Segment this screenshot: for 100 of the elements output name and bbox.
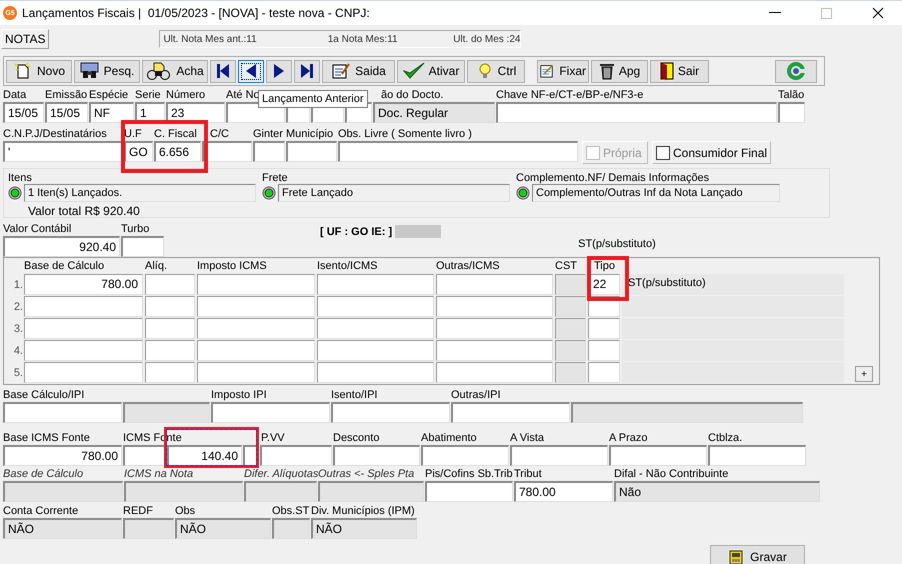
field-label: Base ICMS Fonte — [3, 432, 90, 444]
grid-cell[interactable] — [436, 274, 553, 295]
toolbar-button[interactable]: Acha — [142, 60, 208, 82]
grid-cell[interactable]: 780.00 — [24, 274, 143, 295]
grid-cell[interactable] — [555, 318, 586, 339]
grid-cell[interactable] — [24, 340, 143, 361]
row-number: 1. — [12, 278, 24, 290]
input-field[interactable] — [338, 141, 578, 162]
grid-cell[interactable] — [145, 296, 195, 317]
input-field[interactable] — [3, 402, 122, 423]
grid-cell[interactable] — [436, 318, 553, 339]
add-button[interactable]: + — [855, 366, 873, 382]
field-label: Serie — [135, 89, 161, 101]
close-icon[interactable] — [872, 7, 884, 19]
field-label: Turbo — [121, 223, 150, 235]
grid-cell[interactable] — [317, 296, 434, 317]
field-label: Emissão — [45, 89, 88, 101]
column-header: Base de Cálculo — [24, 260, 104, 272]
grid-cell[interactable] — [197, 340, 315, 361]
grid-cell[interactable] — [24, 318, 143, 339]
grid-cell[interactable] — [145, 362, 195, 383]
input-field[interactable]: 780.00 — [3, 445, 122, 466]
nav-button[interactable] — [238, 60, 264, 82]
checkbox-control[interactable]: Consumidor Final — [652, 141, 772, 164]
grid-cell[interactable] — [145, 340, 195, 361]
toolbar-button[interactable]: Ativar — [397, 60, 465, 82]
save-button[interactable]: Gravar — [710, 545, 805, 564]
input-field[interactable] — [253, 141, 285, 162]
input-field[interactable] — [778, 102, 805, 123]
logo-button[interactable] — [775, 60, 817, 82]
input-field[interactable] — [260, 445, 332, 466]
grid-cell[interactable]: 22 — [588, 274, 620, 295]
input-field[interactable]: GO — [124, 141, 153, 162]
input-field[interactable] — [202, 141, 252, 162]
input-field[interactable] — [211, 402, 330, 423]
grid-cell[interactable] — [197, 296, 315, 317]
toolbar-button[interactable]: Fixar — [537, 60, 589, 82]
input-field[interactable] — [331, 402, 450, 423]
info-text: 1a Nota Mes:11 — [328, 34, 399, 44]
field-label: Data — [3, 89, 26, 101]
field-label: C.N.P.J/Destinatários — [3, 128, 107, 140]
grid-cell[interactable] — [317, 274, 434, 295]
grid-cell[interactable] — [24, 296, 143, 317]
grid-cell[interactable] — [555, 296, 586, 317]
grid-cell[interactable] — [317, 340, 434, 361]
grid-cell[interactable] — [197, 318, 315, 339]
toolbar-button[interactable]: Novo — [6, 60, 72, 82]
toolbar-button[interactable]: Apg — [591, 60, 648, 82]
grid-cell[interactable] — [436, 362, 553, 383]
input-field[interactable] — [510, 445, 608, 466]
grid-cell[interactable] — [317, 318, 434, 339]
input-field[interactable]: ' — [3, 141, 123, 162]
maximize-icon[interactable] — [821, 8, 832, 18]
field-label: Complemento.NF/ Demais Informações — [516, 172, 710, 184]
field-label: Conta Corrente — [3, 505, 78, 517]
binoculars-icon — [80, 62, 100, 80]
grid-cell[interactable] — [588, 340, 620, 361]
input-field[interactable]: 6.656 — [154, 141, 201, 162]
input-field[interactable] — [421, 445, 509, 466]
grid-cell[interactable] — [588, 362, 620, 383]
grid-cell[interactable] — [555, 340, 586, 361]
input-field[interactable] — [425, 481, 513, 502]
input-field[interactable] — [333, 445, 420, 466]
grid-cell[interactable] — [197, 274, 315, 295]
input-field[interactable]: NF — [89, 102, 134, 123]
input-field[interactable]: 780.00 — [514, 481, 613, 502]
mode-tab[interactable]: NOTAS — [1, 29, 50, 49]
input-field[interactable]: 23 — [166, 102, 225, 123]
input-field[interactable]: 15/05 — [45, 102, 88, 123]
grid-cell[interactable] — [436, 340, 553, 361]
grid-cell[interactable] — [24, 362, 143, 383]
grid-cell[interactable] — [555, 274, 586, 295]
grid-cell[interactable] — [145, 274, 195, 295]
input-field[interactable]: 920.40 — [3, 236, 120, 257]
uf-ie-text: [ UF : GO IE: ] — [320, 226, 392, 238]
grid-cell[interactable] — [555, 362, 586, 383]
input-field[interactable] — [708, 445, 806, 466]
input-field[interactable] — [121, 236, 164, 257]
input-field[interactable] — [496, 102, 777, 123]
toolbar-button[interactable]: Sair — [650, 60, 709, 82]
input-field[interactable] — [123, 445, 166, 466]
input-field[interactable] — [286, 141, 337, 162]
nav-button[interactable] — [210, 60, 236, 82]
field-label: P.VV — [261, 432, 285, 444]
nav-button[interactable] — [294, 60, 320, 82]
toolbar-button[interactable]: Pesq. — [74, 60, 140, 82]
grid-cell[interactable] — [197, 362, 315, 383]
grid-cell[interactable] — [436, 296, 553, 317]
grid-cell[interactable] — [145, 318, 195, 339]
toolbar-button[interactable]: Ctrl — [467, 60, 525, 82]
input-field[interactable]: 15/05 — [3, 102, 44, 123]
toolbar-button[interactable]: Saida — [322, 60, 395, 82]
logo-icon — [787, 62, 805, 80]
grid-cell[interactable] — [588, 318, 620, 339]
nav-button[interactable] — [266, 60, 292, 82]
grid-cell[interactable] — [317, 362, 434, 383]
input-field[interactable]: 140.40 — [167, 445, 242, 466]
minimize-icon[interactable] — [769, 12, 781, 14]
input-field[interactable] — [609, 445, 707, 466]
input-field[interactable] — [451, 402, 570, 423]
